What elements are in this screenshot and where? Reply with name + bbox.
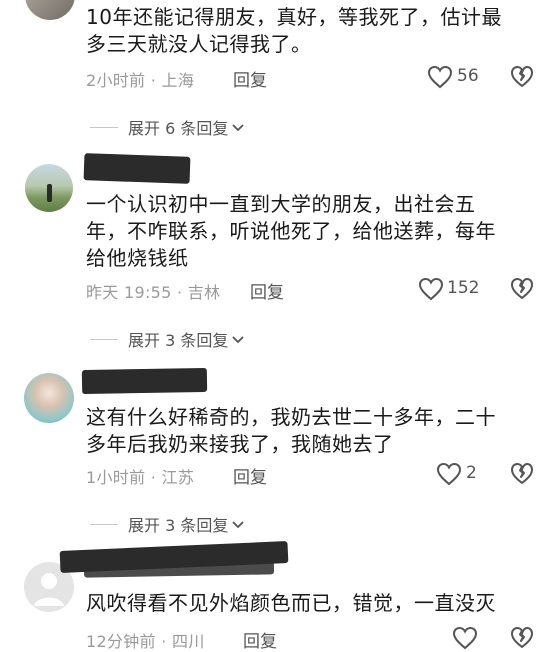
divider — [90, 126, 118, 128]
comment-line: 风吹得看不见外焰颜色而已，错觉，一直没灭 — [86, 591, 496, 615]
dislike-broken-heart-icon[interactable] — [510, 626, 534, 650]
dislike-broken-heart-icon[interactable] — [510, 277, 534, 301]
comment-time-location: 2小时前 · 上海 — [86, 71, 195, 90]
reply-button[interactable]: 回复 — [233, 66, 267, 91]
expand-replies-label: 展开 3 条回复 — [128, 516, 229, 535]
comment-time-location: 12分钟前 · 四川 — [86, 632, 205, 651]
comment-time-location: 1小时前 · 江苏 — [86, 468, 195, 487]
dislike-broken-heart-icon[interactable] — [510, 65, 534, 89]
expand-replies[interactable]: 展开 3 条回复 — [90, 327, 246, 351]
redacted-username — [83, 153, 191, 184]
dislike-broken-heart-icon[interactable] — [510, 462, 534, 486]
divider — [90, 523, 118, 525]
reply-button[interactable]: 回复 — [250, 278, 284, 303]
comment-text: 10年还能记得朋友，真好，等我死了，估计最 多三天就没人记得我了。 — [86, 4, 546, 58]
divider — [90, 338, 118, 340]
redacted-username — [81, 367, 208, 395]
comment-line: 年，不咋联系，听说他死了，给他送葬，每年 — [86, 219, 496, 243]
chevron-down-icon — [232, 124, 244, 132]
expand-replies-label: 展开 3 条回复 — [128, 331, 229, 350]
avatar[interactable] — [25, 164, 73, 212]
expand-replies[interactable]: 展开 3 条回复 — [90, 512, 246, 536]
comment-line: 多年后我奶来接我了，我随她去了 — [86, 432, 394, 456]
like-count: 56 — [457, 66, 479, 86]
expand-replies-label: 展开 6 条回复 — [128, 119, 229, 138]
comment-line: 这有什么好稀奇的，我奶去世二十多年，二十 — [86, 405, 496, 429]
comment-text: 风吹得看不见外焰颜色而已，错觉，一直没灭 — [86, 590, 546, 617]
redacted-username — [83, 560, 275, 578]
comment-line: 10年还能记得朋友，真好，等我死了，估计最 — [86, 5, 502, 29]
comment-line: 给他烧钱纸 — [86, 246, 189, 270]
comment-line: 多三天就没人记得我了。 — [86, 32, 312, 56]
comment-line: 一个认识初中一直到大学的朋友，出社会五 — [86, 192, 476, 216]
comment-text: 一个认识初中一直到大学的朋友，出社会五 年，不咋联系，听说他死了，给他送葬，每年… — [86, 191, 546, 272]
avatar[interactable] — [24, 373, 74, 423]
expand-replies[interactable]: 展开 6 条回复 — [90, 115, 246, 139]
like-count: 152 — [447, 278, 480, 298]
comment-time-location: 昨天 19:55 · 吉林 — [86, 283, 221, 302]
avatar[interactable] — [25, 0, 75, 20]
comment-text: 这有什么好稀奇的，我奶去世二十多年，二十 多年后我奶来接我了，我随她去了 — [86, 404, 546, 458]
reply-button[interactable]: 回复 — [233, 463, 267, 488]
chevron-down-icon — [232, 336, 244, 344]
heart-icon[interactable] — [436, 462, 462, 486]
heart-icon[interactable] — [452, 626, 478, 650]
chevron-down-icon — [232, 521, 244, 529]
heart-icon[interactable] — [427, 65, 453, 89]
heart-icon[interactable] — [418, 277, 444, 301]
like-count: 2 — [466, 463, 477, 483]
